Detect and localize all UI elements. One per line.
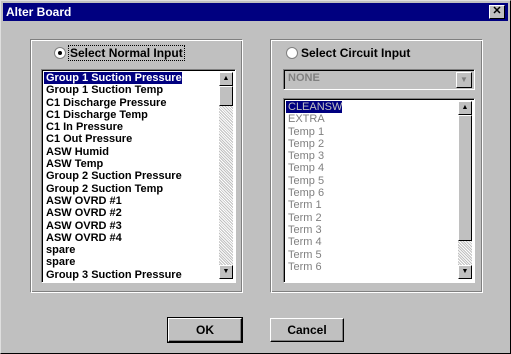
- close-icon: ✕: [492, 5, 502, 17]
- cancel-button[interactable]: Cancel: [270, 318, 344, 342]
- select-circuit-input-label: Select Circuit Input: [301, 46, 411, 60]
- circuit-input-scrollbar[interactable]: ▲ ▼: [458, 101, 472, 279]
- select-normal-input-label: Select Normal Input: [68, 45, 185, 61]
- list-item[interactable]: Term 1: [286, 199, 342, 211]
- list-item[interactable]: EXTRA: [286, 113, 342, 125]
- list-item[interactable]: Temp 3: [286, 150, 342, 162]
- radio-checked-icon: [54, 46, 66, 59]
- scroll-thumb[interactable]: [219, 86, 233, 106]
- select-normal-input-radio[interactable]: Select Normal Input: [54, 45, 185, 61]
- list-item[interactable]: Temp 5: [286, 175, 342, 187]
- list-item[interactable]: ASW OVRD #2: [44, 207, 182, 219]
- list-item[interactable]: C1 Discharge Pressure: [44, 97, 182, 109]
- list-item[interactable]: Group 2 Suction Pressure: [44, 170, 182, 182]
- circuit-combo[interactable]: NONE ▼: [283, 69, 475, 90]
- list-item[interactable]: Group 2 Suction Temp: [44, 183, 182, 195]
- list-item[interactable]: Group 1 Suction Temp: [44, 84, 182, 96]
- list-item[interactable]: Group 3 Suction Pressure: [44, 269, 182, 281]
- list-item[interactable]: ASW OVRD #1: [44, 195, 182, 207]
- list-item[interactable]: Group 1 Suction Pressure: [44, 72, 182, 85]
- list-item[interactable]: Term 5: [286, 249, 342, 261]
- list-item[interactable]: Term 4: [286, 236, 342, 248]
- normal-input-scrollbar[interactable]: ▲ ▼: [219, 72, 233, 279]
- list-item[interactable]: spare: [44, 244, 182, 256]
- list-item[interactable]: ASW Humid: [44, 146, 182, 158]
- scroll-up-arrow-icon[interactable]: ▲: [458, 101, 472, 115]
- scroll-down-arrow-icon[interactable]: ▼: [219, 265, 233, 279]
- dropdown-arrow-icon[interactable]: ▼: [456, 72, 472, 88]
- list-item[interactable]: Temp 1: [286, 126, 342, 138]
- scroll-up-arrow-icon[interactable]: ▲: [219, 72, 233, 86]
- ok-button[interactable]: OK: [167, 317, 243, 343]
- alter-board-dialog: Alter Board ✕ Select Normal Input Group …: [0, 0, 511, 354]
- list-item[interactable]: C1 Discharge Temp: [44, 109, 182, 121]
- window-title: Alter Board: [6, 5, 72, 19]
- close-button[interactable]: ✕: [489, 5, 505, 19]
- list-item[interactable]: Temp 6: [286, 187, 342, 199]
- title-bar: Alter Board ✕: [3, 3, 508, 21]
- select-circuit-input-radio[interactable]: Select Circuit Input: [286, 45, 410, 61]
- list-item[interactable]: Temp 4: [286, 162, 342, 174]
- list-item[interactable]: spare: [44, 256, 182, 268]
- list-item[interactable]: C1 In Pressure: [44, 121, 182, 133]
- list-item[interactable]: Term 3: [286, 224, 342, 236]
- list-item[interactable]: ASW Temp: [44, 158, 182, 170]
- circuit-input-listbox[interactable]: CLEANSW EXTRA Temp 1 Temp 2 Temp 3 Temp 4 Temp…: [283, 98, 475, 283]
- circuit-combo-value: NONE: [288, 72, 320, 84]
- list-item[interactable]: Temp 2: [286, 138, 342, 150]
- list-item[interactable]: ASW OVRD #3: [44, 220, 182, 232]
- normal-input-listbox[interactable]: Group 1 Suction Pressure Group 1 Suction …: [41, 69, 236, 283]
- list-item[interactable]: Term 2: [286, 212, 342, 224]
- radio-unchecked-icon: [286, 46, 298, 59]
- list-item[interactable]: CLEANSW: [286, 101, 343, 114]
- scroll-thumb[interactable]: [458, 115, 472, 241]
- list-item[interactable]: Term 6: [286, 261, 342, 273]
- list-item[interactable]: ASW OVRD #4: [44, 232, 182, 244]
- scroll-down-arrow-icon[interactable]: ▼: [458, 265, 472, 279]
- list-item[interactable]: C1 Out Pressure: [44, 133, 182, 145]
